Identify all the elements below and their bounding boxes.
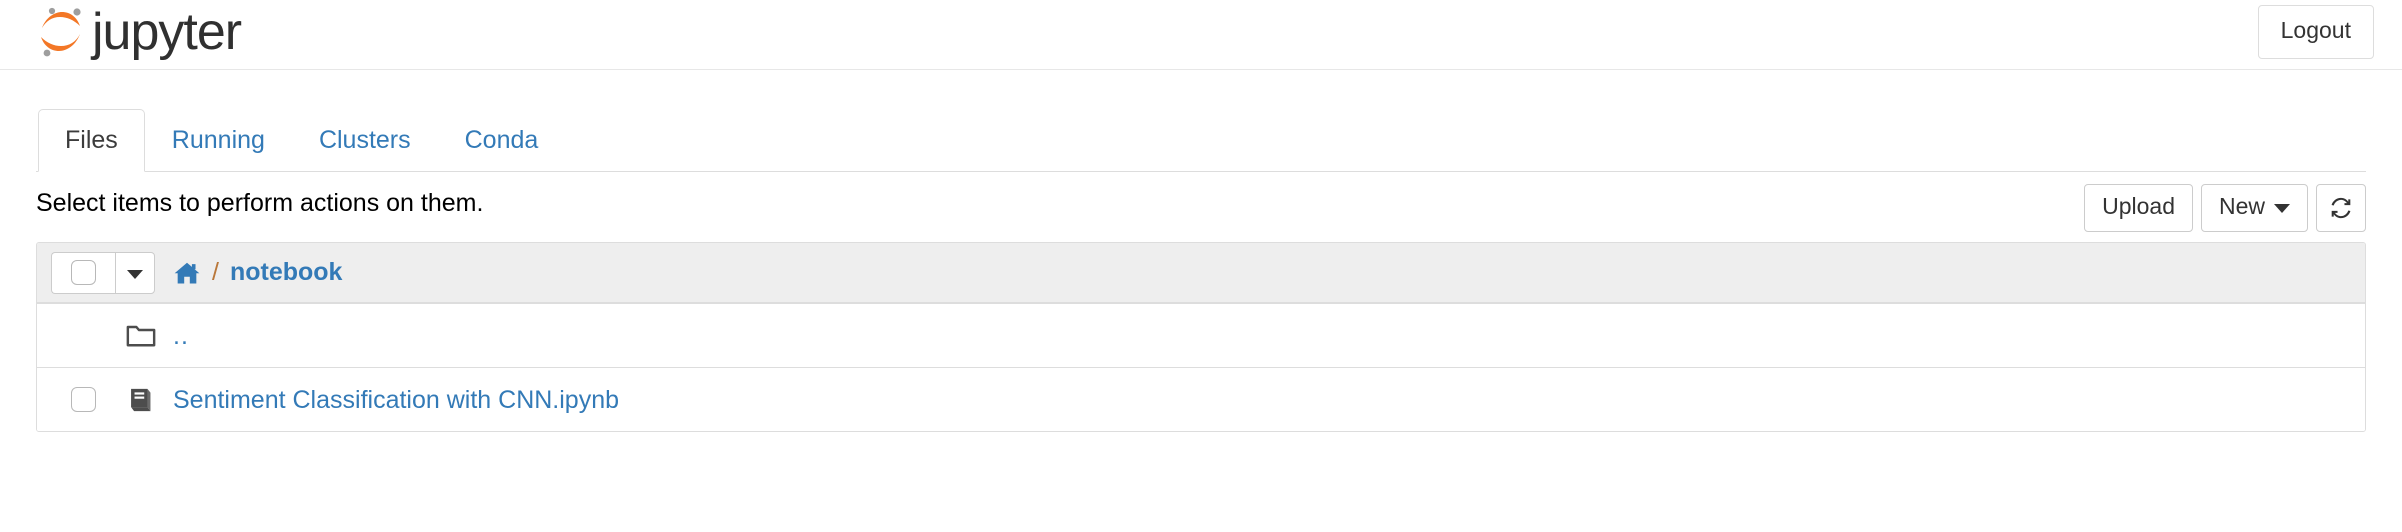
breadcrumb-path-link[interactable]: notebook: [230, 258, 343, 287]
chevron-down-icon: [2274, 203, 2290, 213]
main-tabs: Files Running Clusters Conda: [36, 70, 2366, 172]
home-icon: [173, 260, 201, 286]
jupyter-brand-link[interactable]: jupyter: [36, 0, 242, 70]
file-name-link[interactable]: Sentiment Classification with CNN.ipynb: [173, 385, 619, 415]
tab-files[interactable]: Files: [38, 108, 145, 172]
table-row[interactable]: ..: [37, 303, 2365, 367]
notebook-icon: [115, 386, 167, 414]
refresh-icon: [2328, 195, 2354, 221]
new-dropdown-button[interactable]: New: [2200, 184, 2308, 232]
tab-clusters[interactable]: Clusters: [292, 109, 438, 173]
row-checkbox[interactable]: [51, 387, 115, 412]
breadcrumb-home-link[interactable]: [173, 260, 201, 286]
file-name-link[interactable]: ..: [173, 321, 189, 351]
upload-button[interactable]: Upload: [2084, 184, 2193, 232]
file-toolbar: Select items to perform actions on them.…: [36, 172, 2366, 234]
page-header: jupyter Logout: [0, 0, 2402, 70]
brand-wordmark: jupyter: [92, 3, 242, 61]
tab-running[interactable]: Running: [145, 109, 292, 173]
chevron-down-icon: [127, 269, 143, 279]
toolbar-actions: Upload New: [2084, 184, 2366, 232]
logout-button[interactable]: Logout: [2257, 5, 2374, 59]
breadcrumb: / notebook: [173, 258, 342, 287]
checkbox-icon[interactable]: [70, 387, 96, 412]
upload-button-label: Upload: [2102, 193, 2175, 219]
select-all-group: [51, 251, 155, 294]
file-list-header: / notebook: [37, 243, 2365, 303]
jupyter-logo-icon: [36, 7, 84, 60]
refresh-button[interactable]: [2316, 184, 2366, 232]
select-all-dropdown-button[interactable]: [115, 251, 155, 294]
breadcrumb-separator: /: [212, 258, 219, 286]
checkbox-icon[interactable]: [71, 260, 96, 285]
tab-conda[interactable]: Conda: [438, 109, 566, 173]
selection-hint-text: Select items to perform actions on them.: [36, 189, 484, 217]
folder-icon: [115, 323, 167, 349]
table-row[interactable]: Sentiment Classification with CNN.ipynb: [37, 367, 2365, 431]
new-dropdown-label: New: [2218, 193, 2265, 219]
file-list-container: / notebook .. Sentiment Classification w…: [36, 242, 2366, 432]
select-all-checkbox-button[interactable]: [51, 251, 115, 294]
